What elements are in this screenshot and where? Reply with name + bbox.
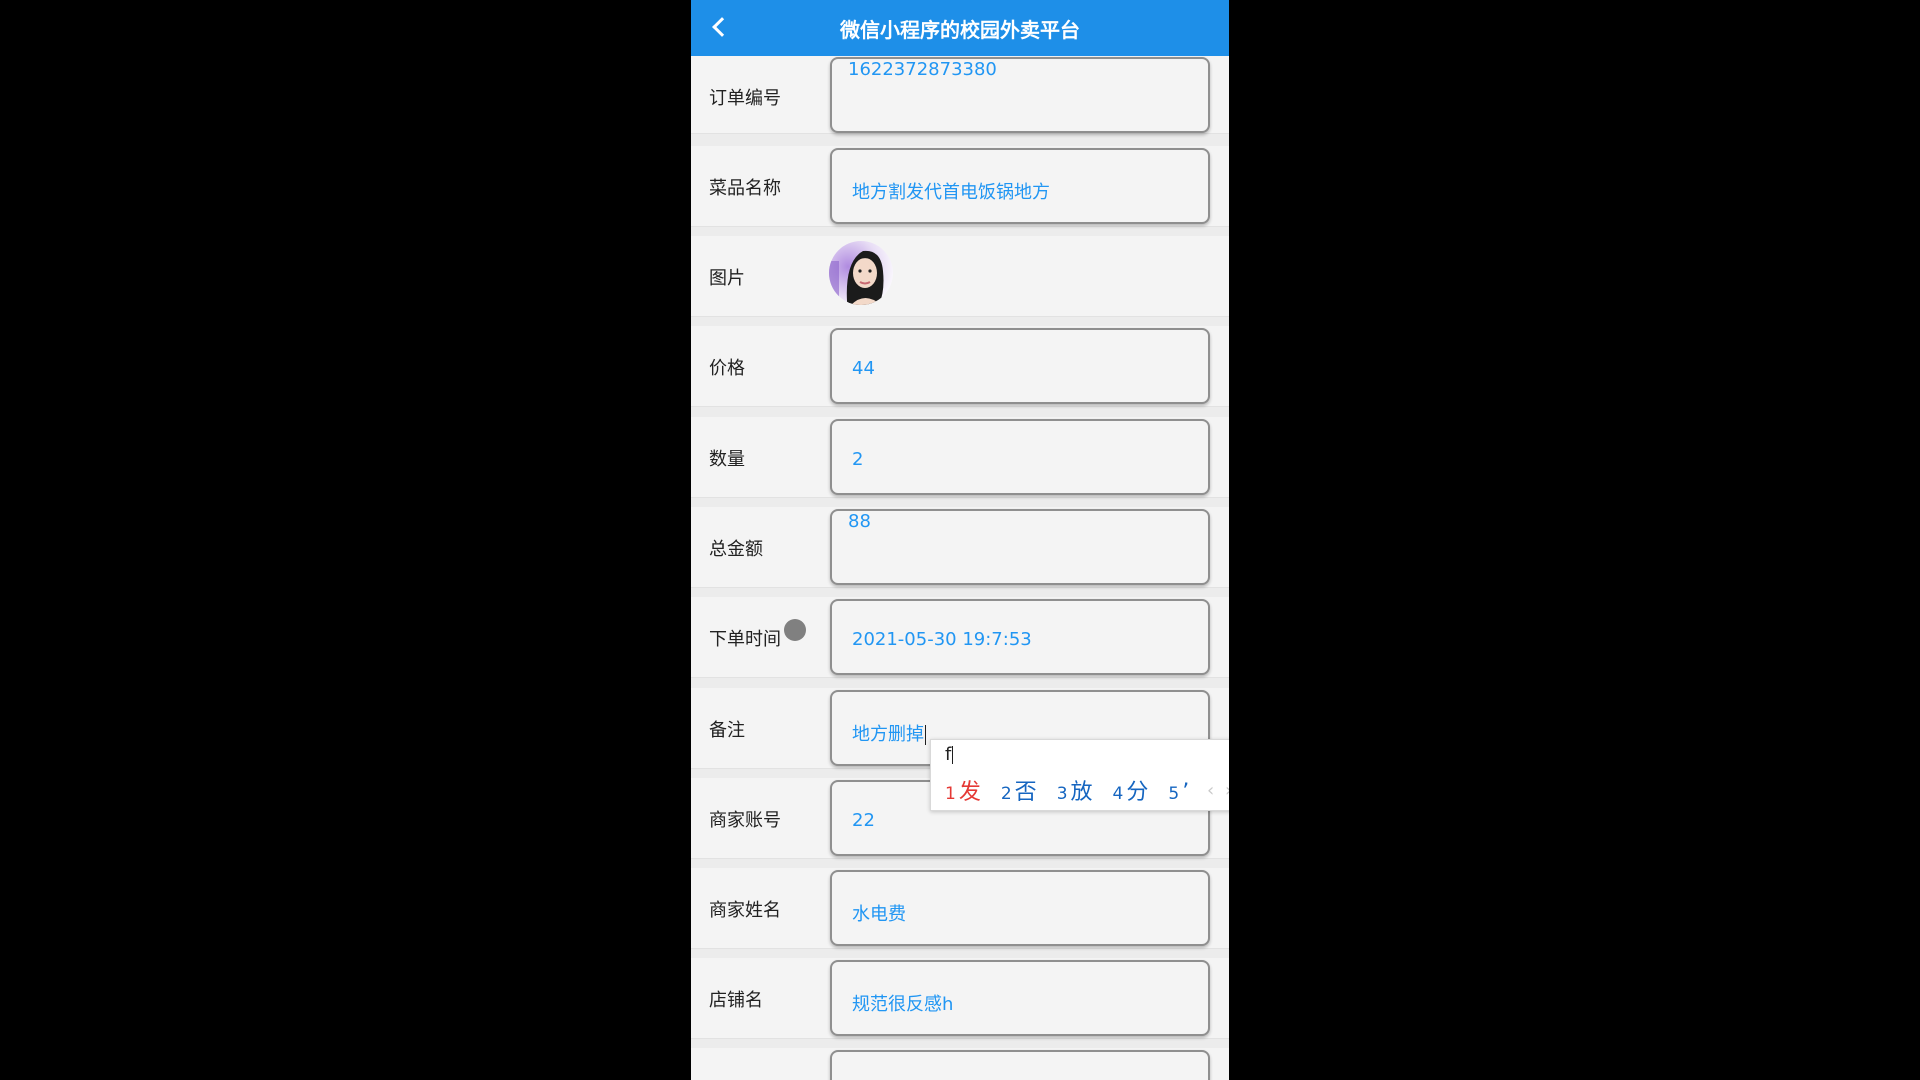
dish-avatar-image[interactable] xyxy=(829,241,893,305)
total-label: 总金额 xyxy=(709,539,763,560)
form-row-dish-name: 菜品名称 地方割发代首电饭锅地方 xyxy=(691,146,1229,227)
ime-candidate-list: 1发 2否 3放 4分 5’ xyxy=(945,774,1189,806)
quantity-field[interactable]: 2 xyxy=(830,419,1210,495)
form-row-image: 图片 xyxy=(691,236,1229,317)
next-field[interactable] xyxy=(830,1050,1210,1080)
ime-candidate[interactable]: 1发 xyxy=(945,774,981,806)
ime-candidate[interactable]: 2否 xyxy=(1001,774,1037,806)
price-field[interactable]: 44 xyxy=(830,328,1210,404)
remark-label: 备注 xyxy=(709,720,745,741)
ime-candidate[interactable]: 3放 xyxy=(1057,774,1093,806)
form-row-next xyxy=(691,1048,1229,1080)
merchant-name-field[interactable]: 水电费 xyxy=(830,870,1210,946)
form-row-shop-name: 店铺名 规范很反感h xyxy=(691,958,1229,1039)
price-label: 价格 xyxy=(709,358,745,379)
text-caret xyxy=(925,725,926,745)
image-label: 图片 xyxy=(709,268,745,289)
remark-value: 地方删掉 xyxy=(852,724,926,745)
page-title: 微信小程序的校园外卖平台 xyxy=(840,18,1080,42)
merchant-account-value: 22 xyxy=(852,810,875,831)
dish-name-label: 菜品名称 xyxy=(709,178,781,199)
form-row-price: 价格 44 xyxy=(691,326,1229,407)
ime-caret xyxy=(952,746,954,764)
merchant-name-value: 水电费 xyxy=(852,904,906,925)
total-field[interactable]: 88 xyxy=(830,509,1210,585)
form-row-total: 总金额 88 xyxy=(691,507,1229,588)
ime-prev-page-icon[interactable]: ‹ xyxy=(1207,780,1214,801)
form-row-order-time: 下单时间 2021-05-30 19:7:53 xyxy=(691,597,1229,678)
order-no-field[interactable]: 1622372873380 xyxy=(830,57,1210,133)
merchant-account-label: 商家账号 xyxy=(709,810,781,831)
order-no-value: 1622372873380 xyxy=(848,59,997,80)
app-header: 微信小程序的校园外卖平台 xyxy=(691,0,1229,56)
ime-composition-text: f xyxy=(945,744,954,765)
price-value: 44 xyxy=(852,358,875,379)
quantity-label: 数量 xyxy=(709,449,745,470)
ime-next-page-icon[interactable]: › xyxy=(1225,780,1229,801)
merchant-name-label: 商家姓名 xyxy=(709,900,781,921)
dish-name-field[interactable]: 地方割发代首电饭锅地方 xyxy=(830,148,1210,224)
total-value: 88 xyxy=(848,511,871,532)
touch-pointer-indicator xyxy=(784,619,806,641)
form-row-quantity: 数量 2 xyxy=(691,417,1229,498)
order-time-value: 2021-05-30 19:7:53 xyxy=(852,629,1032,650)
phone-screen: 微信小程序的校园外卖平台 订单编号 1622372873380 菜品名称 地方割… xyxy=(691,0,1229,1080)
shop-name-field[interactable]: 规范很反感h xyxy=(830,960,1210,1036)
shop-name-value: 规范很反感h xyxy=(852,994,954,1015)
shop-name-label: 店铺名 xyxy=(709,990,763,1011)
order-time-field[interactable]: 2021-05-30 19:7:53 xyxy=(830,599,1210,675)
form-row-order-no: 订单编号 1622372873380 xyxy=(691,56,1229,134)
form-row-merchant-name: 商家姓名 水电费 xyxy=(691,868,1229,949)
ime-candidate[interactable]: 4分 xyxy=(1113,774,1149,806)
quantity-value: 2 xyxy=(852,449,864,470)
ime-candidate-popup: f 1发 2否 3放 4分 5’ ‹ › xyxy=(930,739,1229,811)
order-time-label: 下单时间 xyxy=(709,629,781,650)
order-no-label: 订单编号 xyxy=(709,88,781,109)
dish-name-value: 地方割发代首电饭锅地方 xyxy=(852,182,1050,203)
ime-candidate[interactable]: 5’ xyxy=(1168,780,1189,805)
